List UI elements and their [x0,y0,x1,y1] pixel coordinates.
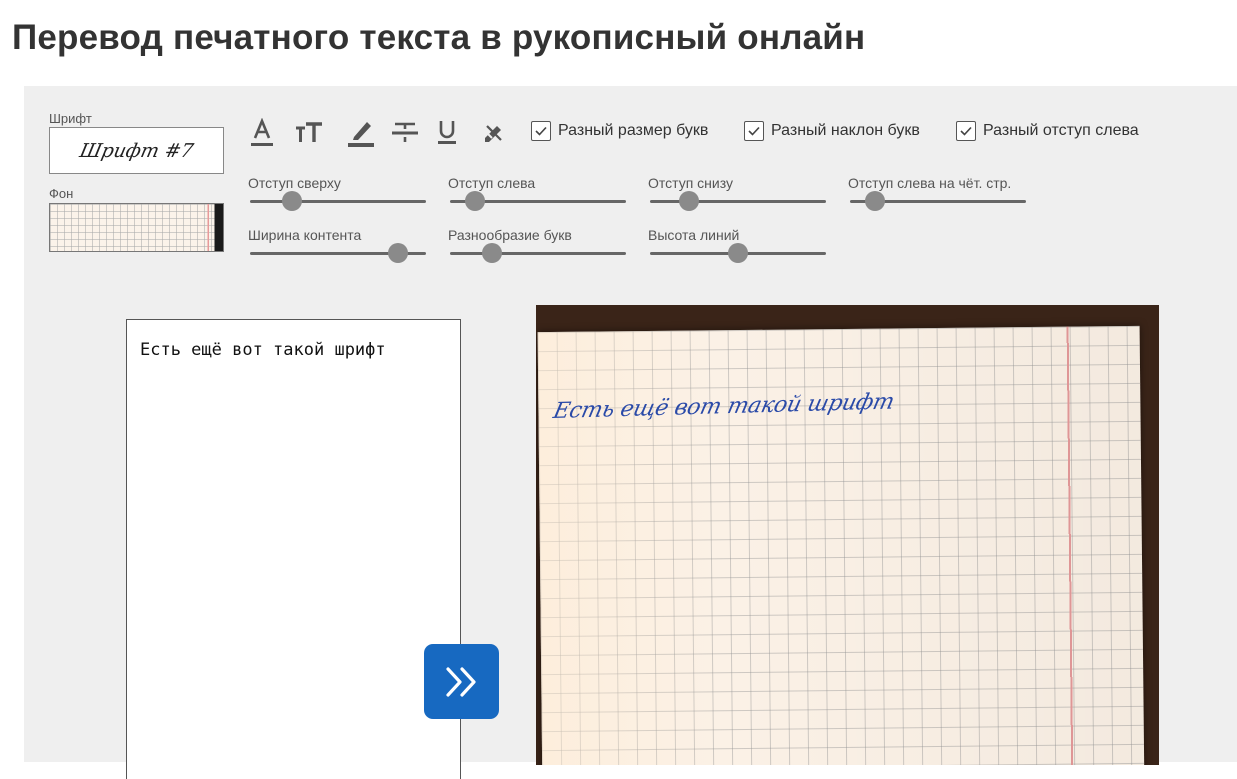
checkbox-letter-size-label: Разный размер букв [558,122,709,139]
slider-content-width-label: Ширина контента [248,227,362,243]
slider-content-width: Ширина контента [248,227,428,267]
background-label: Фон [49,186,74,201]
convert-button[interactable] [424,644,499,719]
slider-line-height: Высота линий [648,227,828,267]
checkbox-letter-size[interactable]: Разный размер букв [531,121,708,141]
slider-letter-variety-label: Разнообразие букв [448,227,572,243]
checkbox-letter-slant[interactable]: Разный наклон букв [744,121,920,141]
slider-letter-variety-thumb[interactable] [482,243,503,263]
slider-margin-left-even-label: Отступ слева на чёт. стр. [848,175,1012,191]
checkbox-left-indent-box[interactable] [956,121,976,141]
checkbox-left-indent-label: Разный отступ слева [983,122,1139,139]
slider-margin-bottom: Отступ снизу [648,175,828,215]
font-selector-value: Шрифт #7 [77,139,196,162]
slider-letter-variety: Разнообразие букв [448,227,628,267]
text-input-area[interactable]: Есть ещё вот такой шрифт [126,319,461,779]
strikethrough-icon[interactable] [390,118,420,148]
slider-line-height-label: Высота линий [648,227,740,243]
slider-letter-variety-track[interactable] [450,243,626,263]
checkbox-letter-slant-label: Разный наклон букв [771,122,920,139]
handwriting-preview: Есть ещё вот такой шрифт [536,305,1159,765]
slider-margin-left-even-track[interactable] [850,191,1026,211]
text-color-icon[interactable] [247,118,277,148]
slider-margin-left-thumb[interactable] [464,191,485,211]
page-title: Перевод печатного текста в рукописный он… [12,18,866,57]
slider-line-height-track[interactable] [650,243,826,263]
slider-margin-left-even: Отступ слева на чёт. стр. [848,175,1028,215]
checkbox-letter-slant-box[interactable] [744,121,764,141]
text-size-icon[interactable] [294,118,324,148]
slider-margin-left-label: Отступ слева [448,175,536,191]
checkbox-left-indent[interactable]: Разный отступ слева [956,121,1139,141]
slider-line-height-thumb[interactable] [728,243,748,263]
background-selector[interactable] [49,203,224,252]
text-input-value: Есть ещё вот такой шрифт [140,340,386,360]
slider-margin-bottom-thumb[interactable] [678,191,699,211]
slider-margin-top-label: Отступ сверху [248,175,341,191]
font-selector[interactable]: Шрифт #7 [49,127,224,174]
slider-margin-left: Отступ слева [448,175,628,215]
slider-margin-bottom-track[interactable] [650,191,826,211]
underline-icon[interactable] [432,118,462,148]
slider-content-width-thumb[interactable] [387,243,408,263]
slider-margin-top-thumb[interactable] [282,191,303,211]
slider-content-width-track[interactable] [250,243,426,263]
checkbox-letter-size-box[interactable] [531,121,551,141]
slider-margin-left-track[interactable] [450,191,626,211]
font-label: Шрифт [49,111,92,126]
eraser-pen-icon[interactable] [479,118,509,148]
slider-margin-bottom-label: Отступ снизу [648,175,733,191]
slider-margin-top-track[interactable] [250,191,426,211]
slider-margin-top: Отступ сверху [248,175,428,215]
double-chevron-right-icon [445,666,476,697]
notebook-page: Есть ещё вот такой шрифт [537,325,1145,765]
settings-panel: Шрифт Шрифт #7 Фон Разный размер букв Ра… [24,86,1237,779]
highlighter-icon[interactable] [346,118,376,148]
slider-margin-left-even-thumb[interactable] [864,191,885,211]
